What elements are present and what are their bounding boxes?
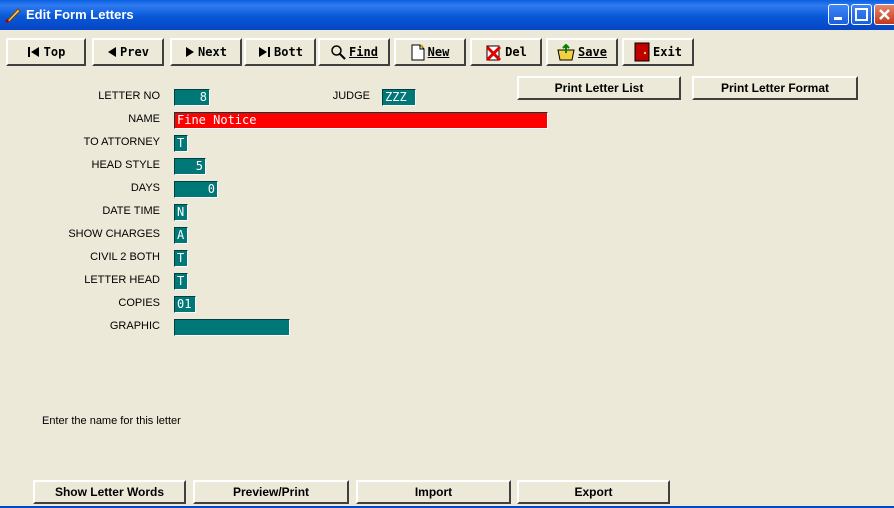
maximize-icon <box>855 8 868 21</box>
exit-door-icon <box>634 42 650 62</box>
import-button[interactable]: Import <box>356 480 511 504</box>
delete-icon <box>485 44 502 61</box>
judge-field[interactable]: ZZZ <box>382 89 416 106</box>
to-attorney-field[interactable]: T <box>174 135 188 152</box>
export-button[interactable]: Export <box>517 480 670 504</box>
prev-button[interactable]: Prev <box>92 38 164 66</box>
graphic-label: GRAPHIC <box>109 320 160 332</box>
next-label: Next <box>198 45 227 59</box>
del-label: Del <box>505 45 527 59</box>
status-message: Enter the name for this letter <box>42 415 181 427</box>
close-button[interactable] <box>874 4 894 25</box>
days-field[interactable]: 0 <box>174 181 218 198</box>
letter-no-field[interactable]: 8 <box>174 89 210 106</box>
print-letter-format-button[interactable]: Print Letter Format <box>692 76 858 100</box>
prev-label: Prev <box>120 45 149 59</box>
print-letter-list-button[interactable]: Print Letter List <box>517 76 681 100</box>
last-record-icon <box>257 46 271 58</box>
date-time-label: DATE TIME <box>102 205 160 217</box>
del-button[interactable]: Del <box>470 38 542 66</box>
letter-head-label: LETTER HEAD <box>84 274 160 286</box>
new-document-icon <box>411 43 425 61</box>
new-label: New <box>427 45 450 59</box>
minimize-button[interactable] <box>828 4 849 25</box>
head-style-field[interactable]: 5 <box>174 158 206 175</box>
show-letter-words-button[interactable]: Show Letter Words <box>33 480 186 504</box>
save-icon <box>557 43 575 61</box>
name-field[interactable]: Fine Notice <box>174 112 548 129</box>
to-attorney-label: TO ATTORNEY <box>83 136 160 148</box>
maximize-button[interactable] <box>851 4 872 25</box>
save-label: Save <box>578 45 607 59</box>
head-style-label: HEAD STYLE <box>91 159 160 171</box>
prev-icon <box>107 46 117 58</box>
find-button[interactable]: Find <box>318 38 390 66</box>
title-bar: Edit Form Letters <box>0 0 894 30</box>
copies-label: COPIES <box>118 297 160 309</box>
preview-print-button[interactable]: Preview/Print <box>193 480 349 504</box>
next-icon <box>185 46 195 58</box>
letter-head-field[interactable]: T <box>174 273 188 290</box>
find-label: Find <box>349 45 378 59</box>
top-label: Top <box>43 45 66 59</box>
quill-icon <box>4 8 21 24</box>
letter-no-label: LETTER NO <box>98 90 160 102</box>
name-label: NAME <box>128 113 160 125</box>
civil-2-both-label: CIVIL 2 BOTH <box>90 251 160 263</box>
show-charges-label: SHOW CHARGES <box>68 228 160 240</box>
toolbar: Top Prev Next Bott Find New Del Save Exi… <box>0 38 894 68</box>
show-charges-field[interactable]: A <box>174 227 188 244</box>
magnifier-icon <box>330 44 346 60</box>
judge-label: JUDGE <box>332 90 370 102</box>
exit-button[interactable]: Exit <box>622 38 694 66</box>
close-icon <box>879 9 890 20</box>
copies-field[interactable]: 01 <box>174 296 196 313</box>
date-time-field[interactable]: N <box>174 204 188 221</box>
new-button[interactable]: New <box>394 38 466 66</box>
bott-label: Bott <box>274 45 303 59</box>
save-button[interactable]: Save <box>546 38 618 66</box>
graphic-field[interactable] <box>174 319 290 336</box>
window-title: Edit Form Letters <box>26 7 134 22</box>
top-button[interactable]: Top <box>6 38 86 66</box>
days-label: DAYS <box>130 182 160 194</box>
first-record-icon <box>27 46 41 58</box>
civil-2-both-field[interactable]: T <box>174 250 188 267</box>
minimize-icon <box>834 17 842 20</box>
next-button[interactable]: Next <box>170 38 242 66</box>
exit-label: Exit <box>653 45 682 59</box>
bott-button[interactable]: Bott <box>244 38 316 66</box>
